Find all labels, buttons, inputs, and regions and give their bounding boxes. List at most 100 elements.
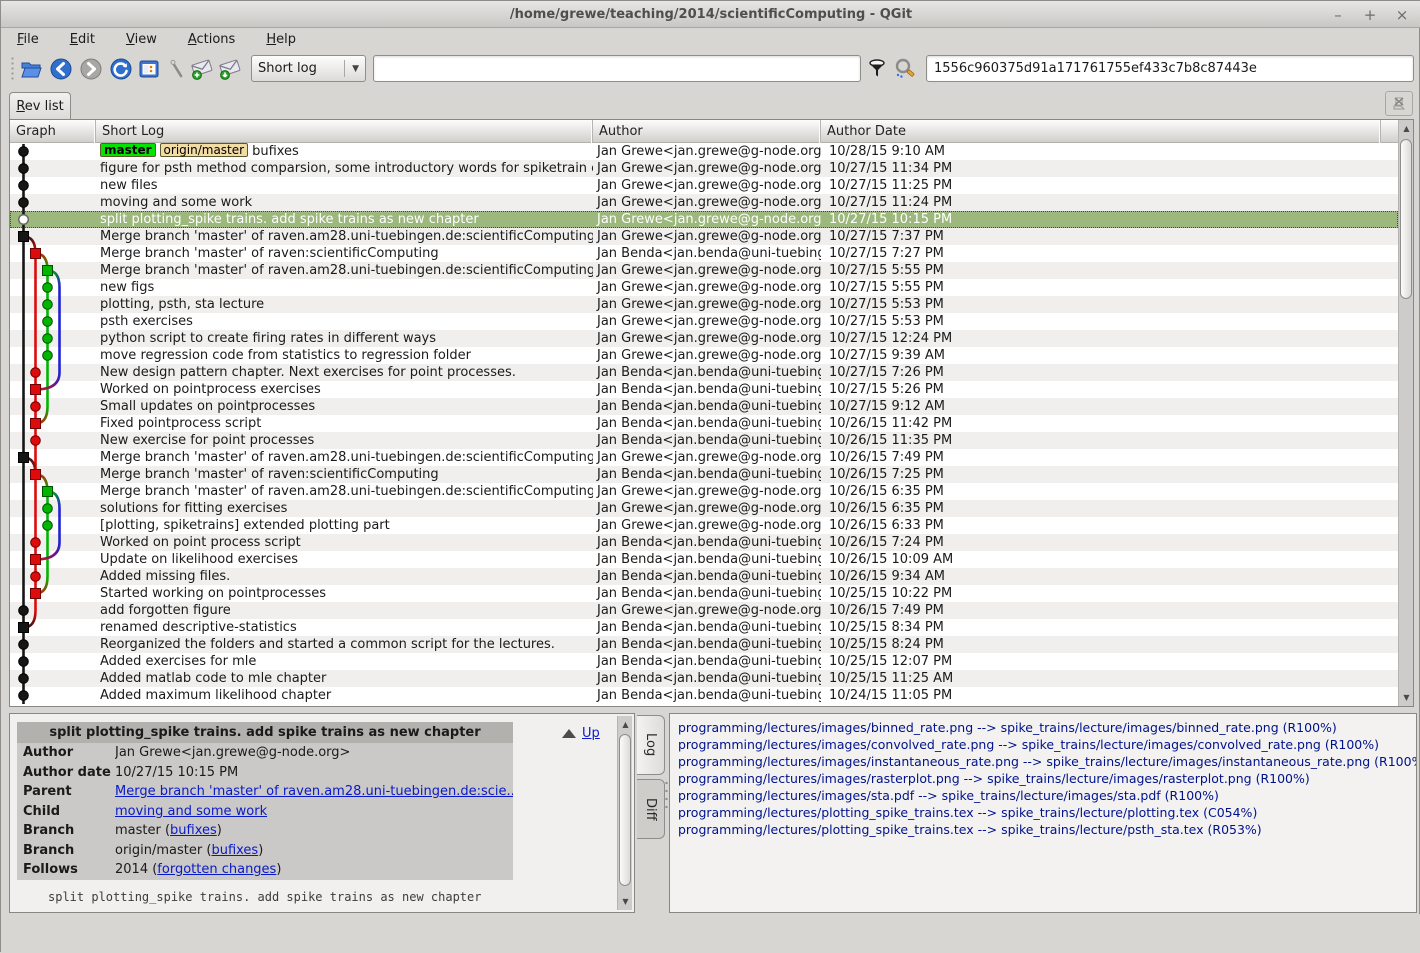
detail-field-branch: Branchorigin/master (bufixes): [17, 841, 513, 861]
commit-row-selected[interactable]: split plotting_spike trains. add spike t…: [10, 211, 1398, 228]
detail-link[interactable]: Merge branch 'master' of raven.am28.uni-…: [115, 784, 513, 799]
sha-input[interactable]: [926, 55, 1414, 82]
menu-edit[interactable]: Edit: [68, 30, 97, 49]
commit-row[interactable]: Merge branch 'master' of raven.am28.uni-…: [10, 228, 1398, 245]
commit-row[interactable]: Update on likelihood exercisesJan Benda<…: [10, 551, 1398, 568]
short-log-cell: Fixed pointprocess script: [96, 415, 593, 432]
tab-diff[interactable]: Diff: [637, 779, 665, 839]
filter-funnel-icon[interactable]: [863, 55, 890, 82]
commit-row[interactable]: Merge branch 'master' of raven:scientifi…: [10, 466, 1398, 483]
file-rename-entry[interactable]: programming/lectures/plotting_spike_trai…: [678, 821, 1416, 838]
up-link[interactable]: Up: [582, 726, 600, 741]
file-rename-entry[interactable]: programming/lectures/images/convolved_ra…: [678, 736, 1416, 753]
triangle-up-icon: [562, 729, 576, 738]
forward-icon[interactable]: [77, 55, 104, 82]
commit-row[interactable]: psth exercisesJan Grewe<jan.grewe@g-node…: [10, 313, 1398, 330]
commit-row[interactable]: Added missing files.Jan Benda<jan.benda@…: [10, 568, 1398, 585]
toolbar-drag-handle[interactable]: [11, 56, 14, 82]
commit-row[interactable]: Started working on pointprocessesJan Ben…: [10, 585, 1398, 602]
commit-row[interactable]: Added exercises for mleJan Benda<jan.ben…: [10, 653, 1398, 670]
commit-row[interactable]: New design pattern chapter. Next exercis…: [10, 364, 1398, 381]
commit-row[interactable]: new filesJan Grewe<jan.grewe@g-node.org>…: [10, 177, 1398, 194]
commit-message: split plotting_spike trains. add spike t…: [48, 890, 481, 904]
short-log-cell: Worked on point process script: [96, 534, 593, 551]
detail-link[interactable]: bufixes: [170, 823, 217, 838]
commit-row[interactable]: solutions for fitting exercisesJan Grewe…: [10, 500, 1398, 517]
search-input[interactable]: [373, 55, 861, 82]
commit-row[interactable]: new figsJan Grewe<jan.grewe@g-node.org>1…: [10, 279, 1398, 296]
author-cell: Jan Grewe<jan.grewe@g-node.org>: [593, 194, 821, 211]
apply-patch-icon[interactable]: [217, 55, 244, 82]
column-header-author-date[interactable]: Author Date: [821, 120, 1381, 143]
commit-row[interactable]: Added matlab code to mle chapterJan Bend…: [10, 670, 1398, 687]
commit-row[interactable]: moving and some workJan Grewe<jan.grewe@…: [10, 194, 1398, 211]
titlebar[interactable]: /home/grewe/teaching/2014/scientificComp…: [1, 1, 1420, 28]
detail-link[interactable]: bufixes: [211, 843, 258, 858]
up-button[interactable]: Up: [562, 726, 600, 741]
author-cell: Jan Benda<jan.benda@uni-tuebing...: [593, 534, 821, 551]
wand-icon[interactable]: [163, 55, 190, 82]
file-rename-entry[interactable]: programming/lectures/plotting_spike_trai…: [678, 804, 1416, 821]
commit-row[interactable]: add forgotten figureJan Grewe<jan.grewe@…: [10, 602, 1398, 619]
commit-row[interactable]: figure for psth method comparsion, some …: [10, 160, 1398, 177]
column-header-author[interactable]: Author: [593, 120, 821, 143]
commit-row[interactable]: Merge branch 'master' of raven.am28.uni-…: [10, 449, 1398, 466]
short-log-cell: figure for psth method comparsion, some …: [96, 160, 593, 177]
commit-row[interactable]: Worked on point process scriptJan Benda<…: [10, 534, 1398, 551]
commit-row[interactable]: Merge branch 'master' of raven:scientifi…: [10, 245, 1398, 262]
menu-view[interactable]: View: [124, 30, 159, 49]
commit-row[interactable]: Merge branch 'master' of raven.am28.uni-…: [10, 483, 1398, 500]
menu-help[interactable]: Help: [264, 30, 298, 49]
save-patch-icon[interactable]: [189, 55, 216, 82]
refresh-icon[interactable]: [107, 55, 134, 82]
back-icon[interactable]: [47, 55, 74, 82]
commit-row[interactable]: Added maximum likelihood chapterJan Bend…: [10, 687, 1398, 704]
column-header-graph[interactable]: Graph: [10, 120, 96, 143]
graph-cell: [10, 551, 96, 568]
view-mode-icon[interactable]: [135, 55, 162, 82]
open-repository-icon[interactable]: [17, 55, 44, 82]
close-button[interactable]: ×: [1393, 6, 1411, 24]
commit-row[interactable]: Worked on pointprocess exercisesJan Bend…: [10, 381, 1398, 398]
menu-actions[interactable]: Actions: [186, 30, 238, 49]
rev-list-scrollbar[interactable]: ▲ ▼: [1398, 120, 1413, 706]
search-highlight-icon[interactable]: [891, 55, 918, 82]
author-date-cell: 10/27/15 7:27 PM: [821, 245, 1381, 262]
maximize-button[interactable]: +: [1361, 6, 1379, 24]
commit-row[interactable]: python script to create firing rates in …: [10, 330, 1398, 347]
tab-rev-list[interactable]: Rev list: [9, 92, 71, 119]
scrollbar-thumb[interactable]: [1400, 139, 1412, 299]
detail-link[interactable]: forgotten changes: [157, 862, 276, 877]
author-date-cell: 10/26/15 11:35 PM: [821, 432, 1381, 449]
scrollbar-thumb[interactable]: [619, 734, 631, 886]
commit-row[interactable]: Merge branch 'master' of raven.am28.uni-…: [10, 262, 1398, 279]
commit-row[interactable]: [plotting, spiketrains] extended plottin…: [10, 517, 1398, 534]
scroll-up-icon[interactable]: ▲: [1399, 121, 1414, 136]
scroll-down-icon[interactable]: ▼: [1399, 690, 1414, 705]
minimize-button[interactable]: –: [1329, 6, 1347, 24]
detach-tab-icon[interactable]: [1385, 91, 1413, 116]
file-rename-entry[interactable]: programming/lectures/images/binned_rate.…: [678, 719, 1416, 736]
detail-scrollbar[interactable]: ▲ ▼: [617, 716, 632, 910]
file-rename-entry[interactable]: programming/lectures/images/rasterplot.p…: [678, 770, 1416, 787]
commit-row[interactable]: masterorigin/masterbufixesJan Grewe<jan.…: [10, 143, 1398, 160]
scroll-down-icon[interactable]: ▼: [618, 894, 633, 909]
tab-log[interactable]: Log: [637, 715, 665, 775]
scroll-up-icon[interactable]: ▲: [618, 717, 633, 732]
view-mode-combobox[interactable]: Short log ▼: [251, 55, 366, 82]
author-date-cell: 10/25/15 8:34 PM: [821, 619, 1381, 636]
detail-link[interactable]: moving and some work: [115, 804, 267, 819]
commit-row[interactable]: move regression code from statistics to …: [10, 347, 1398, 364]
commit-row[interactable]: Fixed pointprocess scriptJan Benda<jan.b…: [10, 415, 1398, 432]
commit-row[interactable]: Small updates on pointprocessesJan Benda…: [10, 398, 1398, 415]
commit-row[interactable]: Reorganized the folders and started a co…: [10, 636, 1398, 653]
panel-splitter-handle[interactable]: [665, 779, 668, 813]
file-rename-entry[interactable]: programming/lectures/images/instantaneou…: [678, 753, 1416, 770]
commit-row[interactable]: renamed descriptive-statisticsJan Benda<…: [10, 619, 1398, 636]
menu-file[interactable]: File: [15, 30, 41, 49]
commit-row[interactable]: New exercise for point processesJan Bend…: [10, 432, 1398, 449]
file-rename-entry[interactable]: programming/lectures/images/sta.pdf --> …: [678, 787, 1416, 804]
column-header-short-log[interactable]: Short Log: [96, 120, 593, 143]
graph-cell: [10, 313, 96, 330]
commit-row[interactable]: plotting, psth, sta lectureJan Grewe<jan…: [10, 296, 1398, 313]
